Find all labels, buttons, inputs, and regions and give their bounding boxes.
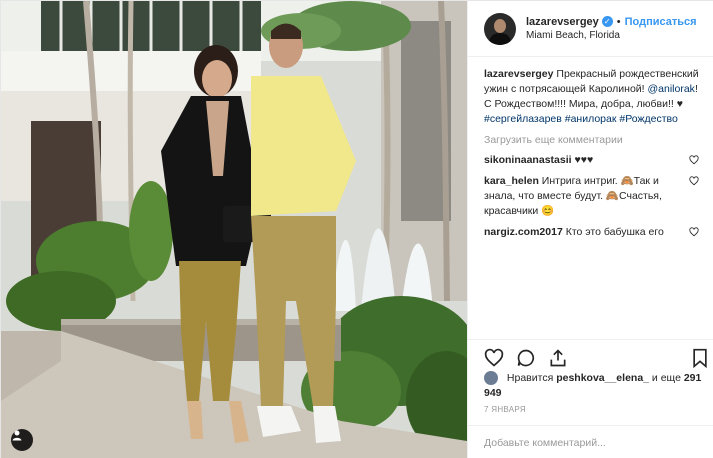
header-text: lazarevsergey ✓ • Подписаться Miami Beac… [526,15,697,43]
load-more-comments-button[interactable]: Загрузить еще комментарии [484,133,699,147]
comment-item: nargiz.com2017 Кто это бабушка его [484,225,699,240]
comment-item: sikoninaanastasii ♥♥♥ [484,153,699,168]
likes-prefix: Нравится [506,372,554,384]
comment-like-heart-icon[interactable] [689,227,699,237]
liker-avatar[interactable] [484,371,498,386]
user-tag-button[interactable] [11,429,33,451]
action-bar [468,339,713,371]
post-side-panel: lazarevsergey ✓ • Подписаться Miami Beac… [467,1,713,458]
comment-text: ♥♥♥ [574,154,594,166]
location-link[interactable]: Miami Beach, Florida [526,29,697,43]
username-link[interactable]: lazarevsergey [526,15,599,29]
comment-like-heart-icon[interactable] [689,155,699,165]
follow-button[interactable]: Подписаться [625,15,697,29]
post-date[interactable]: 7 ЯНВАРЯ [484,405,526,414]
avatar[interactable] [484,12,516,45]
share-icon[interactable] [548,348,568,368]
comment-username[interactable]: sikoninaanastasii [484,154,572,166]
comment-username[interactable]: kara_helen [484,175,539,187]
caption-mention-link[interactable]: @anilorak [648,83,695,95]
heart-icon[interactable] [484,348,504,368]
comment-icon[interactable] [516,348,536,368]
comment-like-heart-icon[interactable] [689,176,699,186]
caption-username[interactable]: lazarevsergey [484,68,553,80]
likes-summary: Нравится peshkova__elena_ и еще 291 949 [484,371,704,401]
post-photo[interactable] [1,1,467,458]
post-viewer: lazarevsergey ✓ • Подписаться Miami Beac… [0,0,713,458]
caption-hashtags[interactable]: #сергейлазарев #анилорак #Рождество [484,113,678,125]
post-caption: lazarevsergey Прекрасный рождественский … [484,67,699,127]
post-header: lazarevsergey ✓ • Подписаться Miami Beac… [468,1,713,57]
liker-username[interactable]: peshkova__elena_ [556,372,649,384]
bookmark-icon[interactable] [690,348,710,368]
verified-icon: ✓ [601,16,613,27]
comments-section: lazarevsergey Прекрасный рождественский … [468,67,713,240]
separator-dot: • [616,15,621,28]
photo-illustration [1,1,467,458]
comment-item: kara_helen Интрига интриг. 🙈Так и знала,… [484,174,699,219]
comment-username[interactable]: nargiz.com2017 [484,226,563,238]
likes-suffix: и еще [651,372,681,384]
user-tag-icon [12,430,22,441]
add-comment-input[interactable]: Добавьте комментарий... [468,425,713,458]
comment-text: Кто это бабушка его [565,226,664,238]
